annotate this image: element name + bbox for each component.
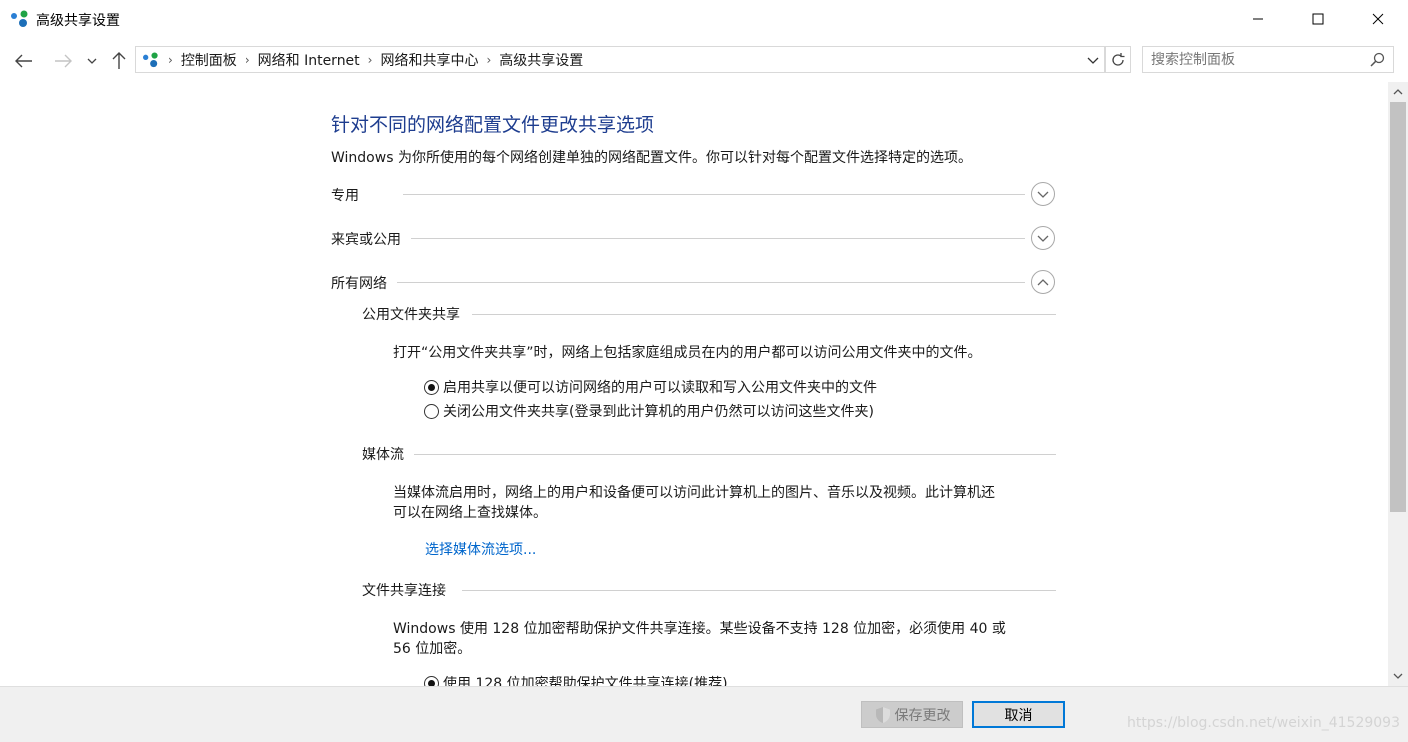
vertical-scrollbar[interactable] <box>1388 82 1408 686</box>
uac-shield-icon <box>875 706 890 723</box>
subsection-title: 文件共享连接 <box>362 580 454 600</box>
save-changes-button[interactable]: 保存更改 <box>861 701 963 728</box>
subsection-title: 公用文件夹共享 <box>362 304 468 324</box>
scrollbar-thumb[interactable] <box>1390 102 1406 512</box>
search-box[interactable] <box>1142 46 1394 73</box>
media-description: 当媒体流启用时，网络上的用户和设备便可以访问此计算机上的图片、音乐以及视频。此计… <box>393 483 1053 523</box>
up-button[interactable] <box>108 50 130 72</box>
radio-128bit-encryption[interactable]: 使用 128 位加密帮助保护文件共享连接(推荐) <box>424 673 728 686</box>
chevron-down-icon <box>87 58 97 64</box>
chevron-right-icon[interactable]: › <box>168 53 173 67</box>
chevron-up-icon <box>1037 278 1049 285</box>
network-icon <box>143 51 158 67</box>
expand-button[interactable] <box>1031 182 1055 206</box>
radio-label[interactable]: 使用 128 位加密帮助保护文件共享连接(推荐) <box>443 673 728 686</box>
section-divider <box>403 194 1025 195</box>
minimize-button[interactable] <box>1235 0 1281 38</box>
file-sharing-connections-header: 文件共享连接 <box>362 580 1056 600</box>
radio-label[interactable]: 启用共享以便可以访问网络的用户可以读取和写入公用文件夹中的文件 <box>443 377 877 397</box>
arrow-right-icon <box>55 54 72 68</box>
section-divider <box>462 590 1056 591</box>
page-description: Windows 为你所使用的每个网络创建单独的网络配置文件。你可以针对每个配置文… <box>331 150 972 166</box>
profile-guest-public[interactable]: 来宾或公用 <box>331 226 1057 252</box>
expand-button[interactable] <box>1031 226 1055 250</box>
breadcrumb-control-panel[interactable]: 控制面板 <box>181 50 237 70</box>
maximize-icon <box>1312 13 1324 25</box>
media-streaming-options-link[interactable]: 选择媒体流选项... <box>425 539 536 559</box>
section-divider <box>397 282 1025 283</box>
public-folder-description: 打开“公用文件夹共享”时，网络上包括家庭组成员在内的用户都可以访问公用文件夹中的… <box>393 345 982 361</box>
refresh-button[interactable] <box>1105 46 1131 73</box>
maximize-button[interactable] <box>1295 0 1341 38</box>
section-divider <box>472 314 1056 315</box>
search-input[interactable] <box>1151 47 1371 72</box>
refresh-icon <box>1112 52 1125 66</box>
cancel-button[interactable]: 取消 <box>972 701 1065 728</box>
network-icon <box>11 10 28 27</box>
watermark-text: https://blog.csdn.net/weixin_41529093 <box>1126 715 1400 731</box>
scroll-down-button[interactable] <box>1388 666 1408 686</box>
radio-button[interactable] <box>424 675 439 686</box>
footer-bar: 保存更改 取消 https://blog.csdn.net/weixin_415… <box>0 686 1408 742</box>
recent-locations-button[interactable] <box>84 50 100 72</box>
radio-button[interactable] <box>424 403 439 419</box>
media-description-line2: 可以在网络上查找媒体。 <box>393 505 547 521</box>
chevron-right-icon[interactable]: › <box>486 53 491 67</box>
forward-button[interactable] <box>52 50 74 72</box>
title-bar: 高级共享设置 <box>0 0 1408 38</box>
address-bar[interactable]: › 控制面板 › 网络和 Internet › 网络和共享中心 › 高级共享设置 <box>135 46 1105 73</box>
page-title: 针对不同的网络配置文件更改共享选项 <box>331 114 655 136</box>
media-streaming-header: 媒体流 <box>362 444 1056 464</box>
breadcrumb-network-sharing-center[interactable]: 网络和共享中心 <box>380 50 478 70</box>
subsection-title: 媒体流 <box>362 444 412 464</box>
file-sharing-description-line1: Windows 使用 128 位加密帮助保护文件共享连接。某些设备不支持 128… <box>393 621 1006 637</box>
chevron-down-icon <box>1393 673 1403 679</box>
radio-disable-public-sharing[interactable]: 关闭公用文件夹共享(登录到此计算机的用户仍然可以访问这些文件夹) <box>424 401 874 421</box>
profile-private[interactable]: 专用 <box>331 182 1057 208</box>
radio-label[interactable]: 关闭公用文件夹共享(登录到此计算机的用户仍然可以访问这些文件夹) <box>443 401 874 421</box>
section-divider <box>414 454 1056 455</box>
arrow-left-icon <box>15 54 32 68</box>
chevron-down-icon <box>1087 57 1099 64</box>
close-button[interactable] <box>1355 0 1401 38</box>
file-sharing-description-line2: 56 位加密。 <box>393 641 472 657</box>
address-dropdown-button[interactable] <box>1083 50 1103 70</box>
breadcrumb-network-internet[interactable]: 网络和 Internet <box>258 50 360 70</box>
section-divider <box>411 238 1025 239</box>
media-description-line1: 当媒体流启用时，网络上的用户和设备便可以访问此计算机上的图片、音乐以及视频。此计… <box>393 485 995 501</box>
radio-enable-public-sharing[interactable]: 启用共享以便可以访问网络的用户可以读取和写入公用文件夹中的文件 <box>424 377 877 397</box>
profile-label: 专用 <box>331 185 365 205</box>
public-folder-sharing-header: 公用文件夹共享 <box>362 304 1056 324</box>
collapse-button[interactable] <box>1031 270 1055 294</box>
arrow-up-icon <box>112 52 126 69</box>
save-changes-label: 保存更改 <box>894 707 951 724</box>
back-button[interactable] <box>13 50 35 72</box>
close-icon <box>1372 13 1384 25</box>
minimize-icon <box>1253 18 1263 20</box>
profile-all-networks[interactable]: 所有网络 <box>331 270 1057 296</box>
breadcrumb-advanced-sharing[interactable]: 高级共享设置 <box>499 50 583 70</box>
chevron-down-icon <box>1037 235 1049 242</box>
file-sharing-description: Windows 使用 128 位加密帮助保护文件共享连接。某些设备不支持 128… <box>393 619 1053 659</box>
window-title: 高级共享设置 <box>36 13 120 29</box>
content-pane: 针对不同的网络配置文件更改共享选项 Windows 为你所使用的每个网络创建单独… <box>0 82 1388 686</box>
radio-button[interactable] <box>424 379 439 395</box>
scroll-up-button[interactable] <box>1388 82 1408 102</box>
chevron-up-icon <box>1393 89 1403 95</box>
chevron-right-icon[interactable]: › <box>245 53 250 67</box>
profile-label: 来宾或公用 <box>331 229 407 249</box>
profile-label: 所有网络 <box>331 273 393 293</box>
search-icon[interactable] <box>1370 52 1385 67</box>
chevron-right-icon[interactable]: › <box>368 53 373 67</box>
chevron-down-icon <box>1037 191 1049 198</box>
